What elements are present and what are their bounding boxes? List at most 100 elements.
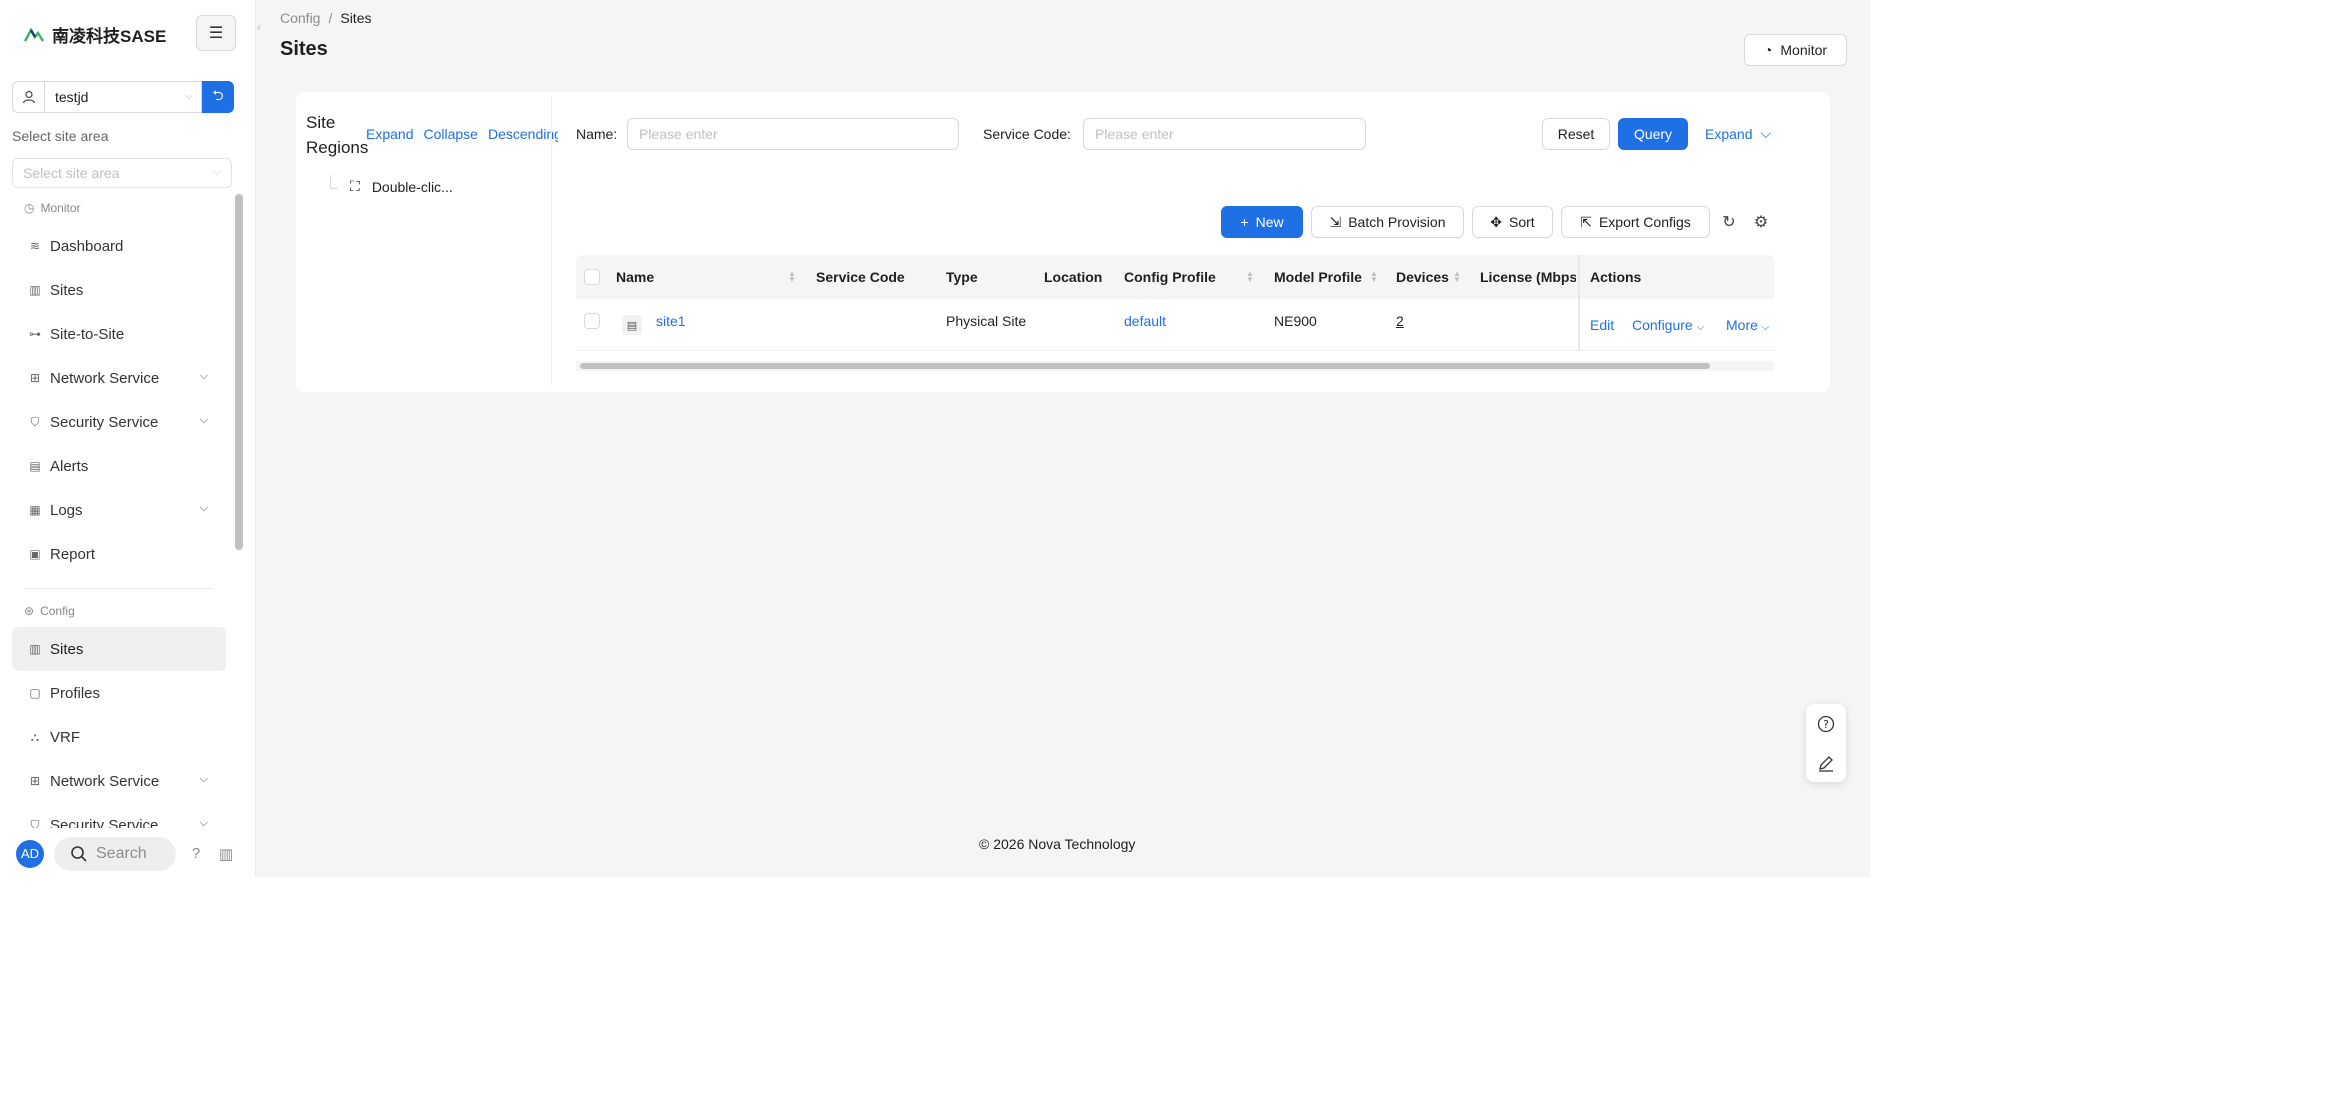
site-name-link[interactable]: site1	[656, 313, 686, 329]
svg-text:?: ?	[1823, 718, 1829, 731]
profile-icon: ▢	[29, 686, 41, 700]
scrollbar-thumb[interactable]	[235, 194, 243, 550]
tree-descending-link[interactable]: Descending	[488, 126, 558, 142]
column-label: Type	[946, 269, 978, 285]
column-header-model-profile[interactable]: Model Profile	[1274, 255, 1362, 299]
nav-group-monitor: ◷ Monitor	[12, 192, 226, 224]
column-header-config-profile[interactable]: Config Profile	[1124, 255, 1216, 299]
sidebar-item-site-to-site[interactable]: ⊶ Site-to-Site	[12, 312, 226, 356]
site-area-select[interactable]: Select site area ⌵	[12, 158, 232, 188]
avatar[interactable]: AD	[16, 839, 44, 868]
name-input[interactable]: Please enter	[627, 118, 959, 150]
logo-icon	[24, 27, 44, 42]
tree-node-label: Double-clic...	[371, 178, 453, 195]
batch-provision-button[interactable]: ⇲ Batch Provision	[1311, 206, 1464, 238]
query-button[interactable]: Query	[1618, 118, 1688, 150]
sort-icon[interactable]: ▲ ▼	[1453, 270, 1461, 284]
config-profile-link[interactable]: default	[1124, 313, 1166, 329]
sidebar-scrollbar[interactable]	[234, 192, 244, 828]
network-icon: ⊞	[29, 774, 41, 788]
sidebar-item-profiles[interactable]: ▢ Profiles	[12, 671, 226, 715]
scrollbar-thumb[interactable]	[580, 363, 1710, 369]
sidebar-item-sites-config[interactable]: ▥ Sites	[12, 627, 226, 671]
monitor-button[interactable]: ◔ Monitor	[1744, 34, 1847, 66]
user-icon	[12, 81, 44, 113]
menu-toggle-button[interactable]: ☰	[196, 15, 236, 51]
sidebar-item-security-service-config[interactable]: ⛉ Security Service ⌵	[12, 803, 226, 829]
sidebar-item-label: VRF	[50, 728, 80, 746]
chart-icon[interactable]: ▥	[216, 845, 236, 863]
service-code-input-placeholder: Please enter	[1095, 126, 1174, 142]
collapse-sidebar-icon[interactable]: ‹	[252, 20, 266, 40]
more-dropdown[interactable]: More ⌵	[1726, 317, 1769, 333]
edit-pen-icon[interactable]	[1806, 743, 1846, 782]
tree-collapse-link[interactable]: Collapse	[423, 126, 477, 142]
devices-link[interactable]: 2	[1396, 313, 1404, 329]
table-horizontal-scrollbar[interactable]	[576, 361, 1774, 371]
new-button[interactable]: + New	[1221, 206, 1303, 238]
sitemap-icon: ⛶	[350, 178, 360, 194]
configure-dropdown[interactable]: Configure ⌵	[1632, 317, 1704, 333]
chevron-down-icon: ⌵	[199, 414, 208, 426]
search-icon	[71, 845, 87, 862]
search-placeholder: Search	[96, 844, 147, 862]
sidebar-item-sites-monitor[interactable]: ▥ Sites	[12, 268, 226, 312]
tree-node[interactable]: ⛶ Double-clic...	[330, 174, 453, 195]
sites-table: Name ▲ ▼ Service Code Type Location Confi…	[576, 255, 1774, 377]
export-configs-button[interactable]: ⇱ Export Configs	[1561, 206, 1710, 238]
monitor-button-label: Monitor	[1780, 42, 1828, 58]
row-checkbox[interactable]	[584, 313, 600, 329]
model-profile-cell: NE900	[1274, 313, 1317, 329]
sidebar: 南凌科技SASE ☰ ‹ testjd ⌵ ⮌ Select site area…	[0, 0, 261, 877]
column-header-license: License (Mbps)	[1480, 255, 1576, 299]
link-icon: ⊶	[29, 327, 41, 341]
settings-icon[interactable]: ⚙	[1750, 211, 1772, 233]
tree-divider	[551, 96, 552, 386]
help-icon[interactable]: ?	[1806, 704, 1846, 743]
tree-line	[330, 174, 338, 189]
reset-button[interactable]: Reset	[1542, 118, 1610, 150]
sidebar-item-logs[interactable]: ▦ Logs ⌵	[12, 488, 226, 532]
column-header-name[interactable]: Name	[616, 255, 654, 299]
sort-icon[interactable]: ▲ ▼	[1246, 270, 1254, 284]
app-logo[interactable]: 南凌科技SASE	[24, 22, 166, 47]
sidebar-item-alerts[interactable]: ▤ Alerts	[12, 444, 226, 488]
chevron-down-icon: ⌵	[199, 773, 208, 785]
select-all-checkbox[interactable]	[584, 269, 600, 285]
breadcrumb-separator: /	[328, 10, 333, 26]
sidebar-item-network-service-monitor[interactable]: ⊞ Network Service ⌵	[12, 356, 226, 400]
sidebar-item-label: Profiles	[50, 684, 101, 702]
column-header-actions: Actions	[1590, 255, 1641, 299]
sidebar-item-dashboard[interactable]: ≋ Dashboard	[12, 224, 226, 268]
filter-expand-label: Expand	[1705, 125, 1753, 142]
column-header-devices[interactable]: Devices	[1396, 255, 1449, 299]
switch-tenant-button[interactable]: ⮌	[202, 81, 234, 113]
search-button[interactable]: Search	[54, 836, 176, 871]
export-icon: ⇱	[1580, 213, 1592, 230]
filter-expand-button[interactable]: Expand ⌵	[1705, 125, 1771, 142]
service-code-label-text: Service Code	[983, 126, 1068, 142]
refresh-icon[interactable]: ↻	[1718, 211, 1740, 233]
footer-copyright: © 2026 Nova Technology	[979, 836, 1136, 852]
sort-icon[interactable]: ▲ ▼	[788, 270, 796, 284]
sidebar-item-report[interactable]: ▣ Report	[12, 532, 226, 576]
tenant-select[interactable]: testjd ⌵	[44, 81, 202, 113]
breadcrumb-config[interactable]: Config	[280, 10, 320, 26]
sidebar-item-network-service-config[interactable]: ⊞ Network Service ⌵	[12, 759, 226, 803]
sort-icon[interactable]: ▲ ▼	[1370, 270, 1378, 284]
help-icon[interactable]: ?	[186, 845, 206, 862]
sidebar-item-label: Alerts	[50, 457, 89, 475]
sidebar-item-security-service-monitor[interactable]: ⛉ Security Service ⌵	[12, 400, 226, 444]
edit-link[interactable]: Edit	[1590, 317, 1614, 333]
import-icon: ⇲	[1329, 213, 1342, 230]
monitor-icon: ◷	[24, 201, 35, 215]
tenant-switcher: testjd ⌵ ⮌	[12, 81, 234, 113]
tree-expand-link[interactable]: Expand	[366, 126, 413, 142]
sidebar-item-vrf[interactable]: ⛬ VRF	[12, 715, 226, 759]
sort-button[interactable]: ✥ Sort	[1472, 206, 1553, 238]
export-label: Export Configs	[1598, 214, 1691, 230]
sidebar-item-label: Site-to-Site	[50, 325, 125, 343]
sidebar-item-label: Logs	[50, 501, 83, 519]
nav-divider	[24, 588, 214, 589]
service-code-input[interactable]: Please enter	[1083, 118, 1366, 150]
